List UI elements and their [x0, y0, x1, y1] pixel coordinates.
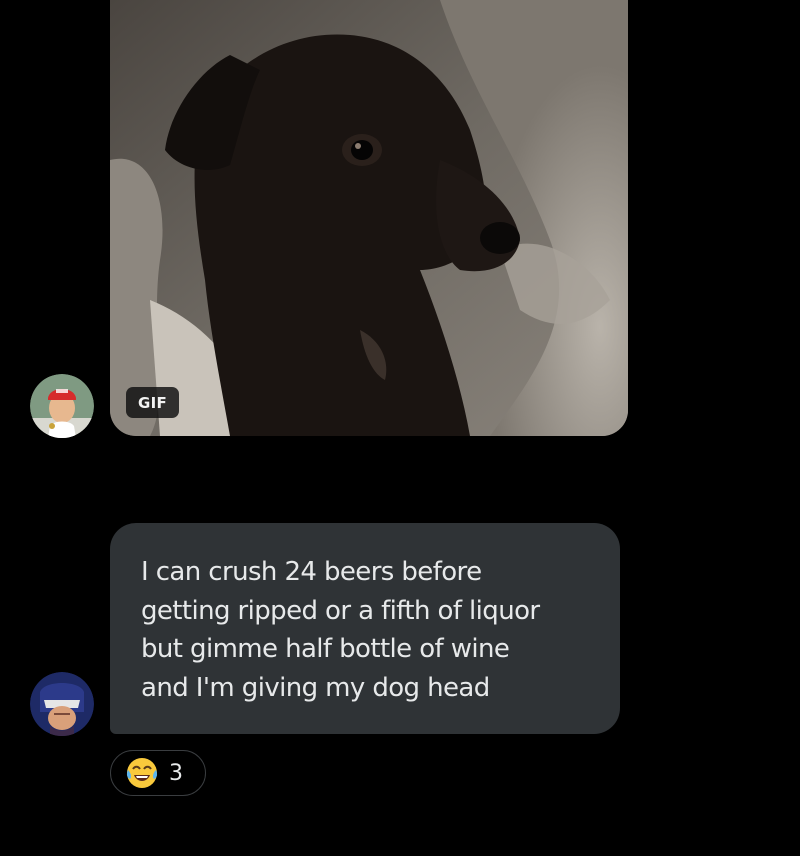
message-text: I can crush 24 beers before getting ripp… [141, 557, 540, 703]
gif-message[interactable]: GIF [110, 0, 628, 436]
user-avatar-masked-hero-icon [30, 672, 94, 736]
reaction-button[interactable]: 3 [110, 750, 206, 796]
message-bubble[interactable]: I can crush 24 beers before getting ripp… [110, 523, 620, 734]
face-with-tears-of-joy-icon [125, 756, 159, 790]
timestamp [190, 448, 280, 458]
sender-avatar[interactable] [30, 672, 94, 736]
dog-gif-image [110, 0, 628, 436]
reaction-count: 3 [169, 760, 183, 786]
sender-avatar[interactable] [30, 374, 94, 438]
user-avatar-red-cap-icon [30, 374, 94, 438]
gif-badge: GIF [126, 387, 180, 418]
